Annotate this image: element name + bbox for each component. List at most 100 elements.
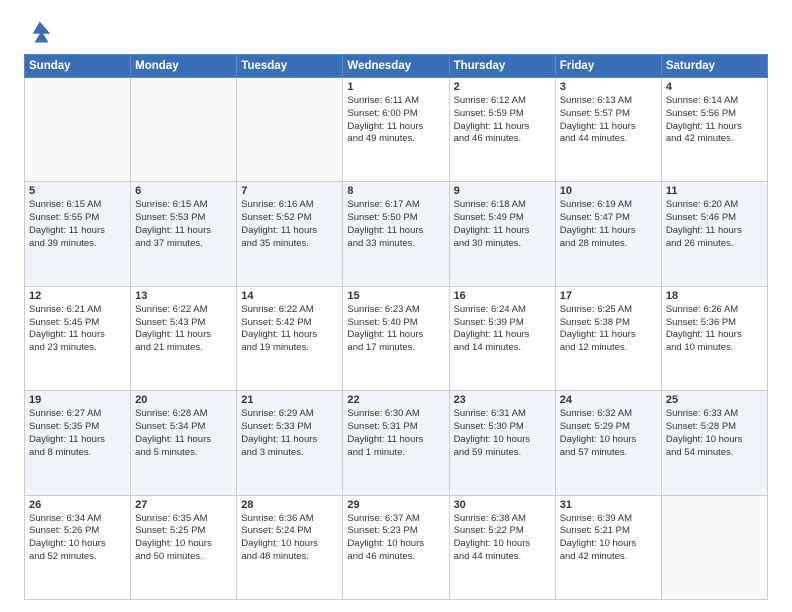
calendar-cell: 30Sunrise: 6:38 AMSunset: 5:22 PMDayligh… — [449, 495, 555, 599]
cell-info-line: Sunset: 5:40 PM — [347, 317, 444, 330]
day-number: 23 — [454, 394, 551, 406]
cell-info-line: Daylight: 11 hours — [347, 121, 444, 134]
day-header-sunday: Sunday — [25, 55, 131, 78]
cell-info-line: Sunset: 5:49 PM — [454, 212, 551, 225]
cell-info-line: and 42 minutes. — [666, 133, 763, 146]
cell-info-line: Daylight: 10 hours — [29, 538, 126, 551]
calendar-cell: 8Sunrise: 6:17 AMSunset: 5:50 PMDaylight… — [343, 182, 449, 286]
calendar-cell — [25, 78, 131, 182]
cell-info-line: Sunrise: 6:37 AM — [347, 513, 444, 526]
calendar-cell: 14Sunrise: 6:22 AMSunset: 5:42 PMDayligh… — [237, 286, 343, 390]
cell-info-line: Daylight: 11 hours — [135, 225, 232, 238]
cell-info-line: and 1 minute. — [347, 447, 444, 460]
day-number: 10 — [560, 185, 657, 197]
week-row-1: 1Sunrise: 6:11 AMSunset: 6:00 PMDaylight… — [25, 78, 768, 182]
cell-info-line: Sunset: 5:43 PM — [135, 317, 232, 330]
cell-info-line: and 12 minutes. — [560, 342, 657, 355]
cell-info-line: Sunrise: 6:19 AM — [560, 199, 657, 212]
calendar-cell: 4Sunrise: 6:14 AMSunset: 5:56 PMDaylight… — [661, 78, 767, 182]
cell-info-line: Sunrise: 6:22 AM — [135, 304, 232, 317]
cell-info-line: Daylight: 10 hours — [666, 434, 763, 447]
cell-info-line: and 28 minutes. — [560, 238, 657, 251]
calendar-cell: 27Sunrise: 6:35 AMSunset: 5:25 PMDayligh… — [131, 495, 237, 599]
calendar-cell: 12Sunrise: 6:21 AMSunset: 5:45 PMDayligh… — [25, 286, 131, 390]
cell-info-line: Sunrise: 6:32 AM — [560, 408, 657, 421]
cell-info-line: Daylight: 11 hours — [666, 329, 763, 342]
calendar-cell: 1Sunrise: 6:11 AMSunset: 6:00 PMDaylight… — [343, 78, 449, 182]
cell-info-line: Sunrise: 6:14 AM — [666, 95, 763, 108]
cell-info-line: Sunset: 5:33 PM — [241, 421, 338, 434]
cell-info-line: Daylight: 11 hours — [135, 329, 232, 342]
cell-info-line: Sunset: 5:21 PM — [560, 525, 657, 538]
day-number: 26 — [29, 499, 126, 511]
day-number: 24 — [560, 394, 657, 406]
cell-info-line: Daylight: 11 hours — [560, 329, 657, 342]
cell-info-line: Daylight: 10 hours — [135, 538, 232, 551]
cell-info-line: and 10 minutes. — [666, 342, 763, 355]
calendar-cell: 25Sunrise: 6:33 AMSunset: 5:28 PMDayligh… — [661, 391, 767, 495]
cell-info-line: and 3 minutes. — [241, 447, 338, 460]
cell-info-line: Sunset: 5:45 PM — [29, 317, 126, 330]
cell-info-line: and 26 minutes. — [666, 238, 763, 251]
calendar-cell: 19Sunrise: 6:27 AMSunset: 5:35 PMDayligh… — [25, 391, 131, 495]
day-number: 30 — [454, 499, 551, 511]
day-number: 25 — [666, 394, 763, 406]
cell-info-line: Daylight: 10 hours — [560, 434, 657, 447]
calendar-cell: 23Sunrise: 6:31 AMSunset: 5:30 PMDayligh… — [449, 391, 555, 495]
cell-info-line: Daylight: 11 hours — [347, 225, 444, 238]
day-number: 2 — [454, 81, 551, 93]
week-row-5: 26Sunrise: 6:34 AMSunset: 5:26 PMDayligh… — [25, 495, 768, 599]
calendar-cell: 5Sunrise: 6:15 AMSunset: 5:55 PMDaylight… — [25, 182, 131, 286]
cell-info-line: Sunset: 5:57 PM — [560, 108, 657, 121]
cell-info-line: Sunrise: 6:26 AM — [666, 304, 763, 317]
cell-info-line: Daylight: 11 hours — [454, 329, 551, 342]
cell-info-line: Daylight: 10 hours — [454, 434, 551, 447]
cell-info-line: Sunrise: 6:27 AM — [29, 408, 126, 421]
cell-info-line: Sunset: 5:47 PM — [560, 212, 657, 225]
week-row-3: 12Sunrise: 6:21 AMSunset: 5:45 PMDayligh… — [25, 286, 768, 390]
cell-info-line: Sunset: 5:50 PM — [347, 212, 444, 225]
header — [24, 18, 768, 46]
cell-info-line: Daylight: 11 hours — [454, 121, 551, 134]
cell-info-line: and 33 minutes. — [347, 238, 444, 251]
cell-info-line: Sunrise: 6:21 AM — [29, 304, 126, 317]
cell-info-line: and 44 minutes. — [560, 133, 657, 146]
calendar-cell: 6Sunrise: 6:15 AMSunset: 5:53 PMDaylight… — [131, 182, 237, 286]
logo-icon — [24, 18, 52, 46]
cell-info-line: and 46 minutes. — [347, 551, 444, 564]
cell-info-line: Sunset: 5:39 PM — [454, 317, 551, 330]
cell-info-line: and 59 minutes. — [454, 447, 551, 460]
day-number: 9 — [454, 185, 551, 197]
cell-info-line: Sunrise: 6:31 AM — [454, 408, 551, 421]
day-number: 11 — [666, 185, 763, 197]
calendar-cell: 11Sunrise: 6:20 AMSunset: 5:46 PMDayligh… — [661, 182, 767, 286]
cell-info-line: Sunrise: 6:23 AM — [347, 304, 444, 317]
cell-info-line: Daylight: 10 hours — [241, 538, 338, 551]
cell-info-line: Sunrise: 6:12 AM — [454, 95, 551, 108]
calendar-cell: 29Sunrise: 6:37 AMSunset: 5:23 PMDayligh… — [343, 495, 449, 599]
cell-info-line: Sunset: 5:31 PM — [347, 421, 444, 434]
calendar-cell: 9Sunrise: 6:18 AMSunset: 5:49 PMDaylight… — [449, 182, 555, 286]
cell-info-line: and 44 minutes. — [454, 551, 551, 564]
day-header-friday: Friday — [555, 55, 661, 78]
cell-info-line: Sunrise: 6:20 AM — [666, 199, 763, 212]
cell-info-line: Sunset: 5:38 PM — [560, 317, 657, 330]
day-number: 28 — [241, 499, 338, 511]
cell-info-line: and 57 minutes. — [560, 447, 657, 460]
calendar-cell — [237, 78, 343, 182]
cell-info-line: Daylight: 11 hours — [241, 434, 338, 447]
cell-info-line: Sunset: 5:34 PM — [135, 421, 232, 434]
day-number: 15 — [347, 290, 444, 302]
day-number: 31 — [560, 499, 657, 511]
cell-info-line: Sunset: 5:42 PM — [241, 317, 338, 330]
day-number: 3 — [560, 81, 657, 93]
day-number: 19 — [29, 394, 126, 406]
cell-info-line: Sunset: 5:59 PM — [454, 108, 551, 121]
cell-info-line: Daylight: 11 hours — [29, 329, 126, 342]
cell-info-line: Sunrise: 6:33 AM — [666, 408, 763, 421]
cell-info-line: and 48 minutes. — [241, 551, 338, 564]
calendar-cell: 2 Sunrise: 6:12 AMSunset: 5:59 PMDaylight… — [449, 78, 555, 182]
cell-info-line: Daylight: 11 hours — [241, 225, 338, 238]
calendar-cell: 26Sunrise: 6:34 AMSunset: 5:26 PMDayligh… — [25, 495, 131, 599]
cell-info-line: Sunrise: 6:15 AM — [29, 199, 126, 212]
